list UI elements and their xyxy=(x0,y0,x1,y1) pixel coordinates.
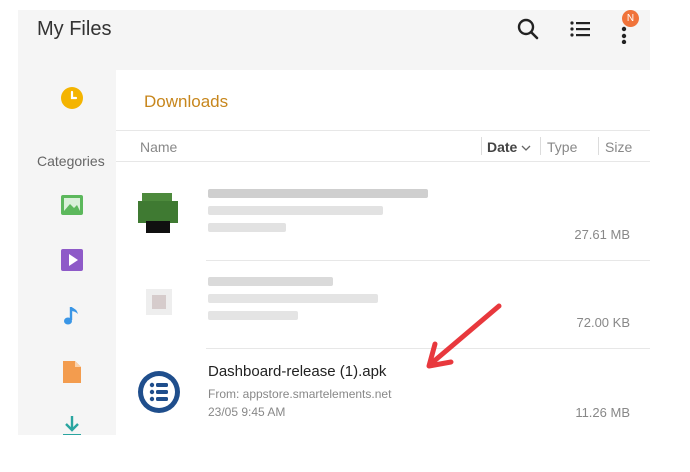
column-divider xyxy=(540,137,541,155)
file-name: Dashboard-release (1).apk xyxy=(208,363,387,380)
apk-app-icon xyxy=(138,371,180,413)
column-date[interactable]: Date xyxy=(487,139,531,155)
blurred-file-date xyxy=(208,223,286,232)
folder-title: Downloads xyxy=(144,92,229,111)
search-icon[interactable] xyxy=(513,14,543,44)
column-divider xyxy=(481,137,482,155)
file-list-panel: Downloads Name Date Type Size 27.61 MB 7… xyxy=(116,70,650,435)
column-type[interactable]: Type xyxy=(547,139,577,155)
app-title: My Files xyxy=(37,18,112,40)
categories-label: Categories xyxy=(37,153,105,169)
download-icon[interactable] xyxy=(60,414,84,435)
file-date: 23/05 9:45 AM xyxy=(208,405,286,419)
file-row[interactable]: Dashboard-release (1).apk From: appstore… xyxy=(116,349,650,435)
list-view-icon[interactable] xyxy=(566,14,596,44)
column-header-bar: Name Date Type Size xyxy=(116,130,650,162)
blurred-file-source xyxy=(208,294,378,303)
notification-badge: N xyxy=(622,10,639,27)
blurred-file-source xyxy=(208,206,383,215)
sort-chevron-down-icon xyxy=(521,145,531,151)
document-icon[interactable] xyxy=(60,360,84,384)
file-thumbnail xyxy=(138,193,178,233)
file-size: 27.61 MB xyxy=(574,227,630,242)
file-source: From: appstore.smartelements.net xyxy=(208,387,392,401)
file-row[interactable]: 27.61 MB xyxy=(116,173,650,261)
red-annotation-arrow-icon xyxy=(426,303,502,369)
file-size: 11.26 MB xyxy=(575,405,630,420)
recent-clock-icon[interactable] xyxy=(60,86,84,110)
column-size[interactable]: Size xyxy=(605,139,632,155)
top-bar: My Files N xyxy=(18,10,650,70)
music-note-icon[interactable] xyxy=(60,304,84,328)
image-icon[interactable] xyxy=(60,193,84,217)
column-divider xyxy=(598,137,599,155)
video-icon[interactable] xyxy=(60,248,84,272)
blurred-file-name xyxy=(208,277,333,286)
file-size: 72.00 KB xyxy=(576,315,631,330)
sidebar: Categories xyxy=(18,70,116,435)
file-thumbnail xyxy=(146,289,172,315)
blurred-file-date xyxy=(208,311,298,320)
my-files-app: My Files N Categories Downloads Name Dat… xyxy=(18,10,650,435)
file-row[interactable]: 72.00 KB xyxy=(116,261,650,349)
blurred-file-name xyxy=(208,189,428,198)
column-date-label: Date xyxy=(487,139,518,155)
column-name[interactable]: Name xyxy=(140,139,177,155)
